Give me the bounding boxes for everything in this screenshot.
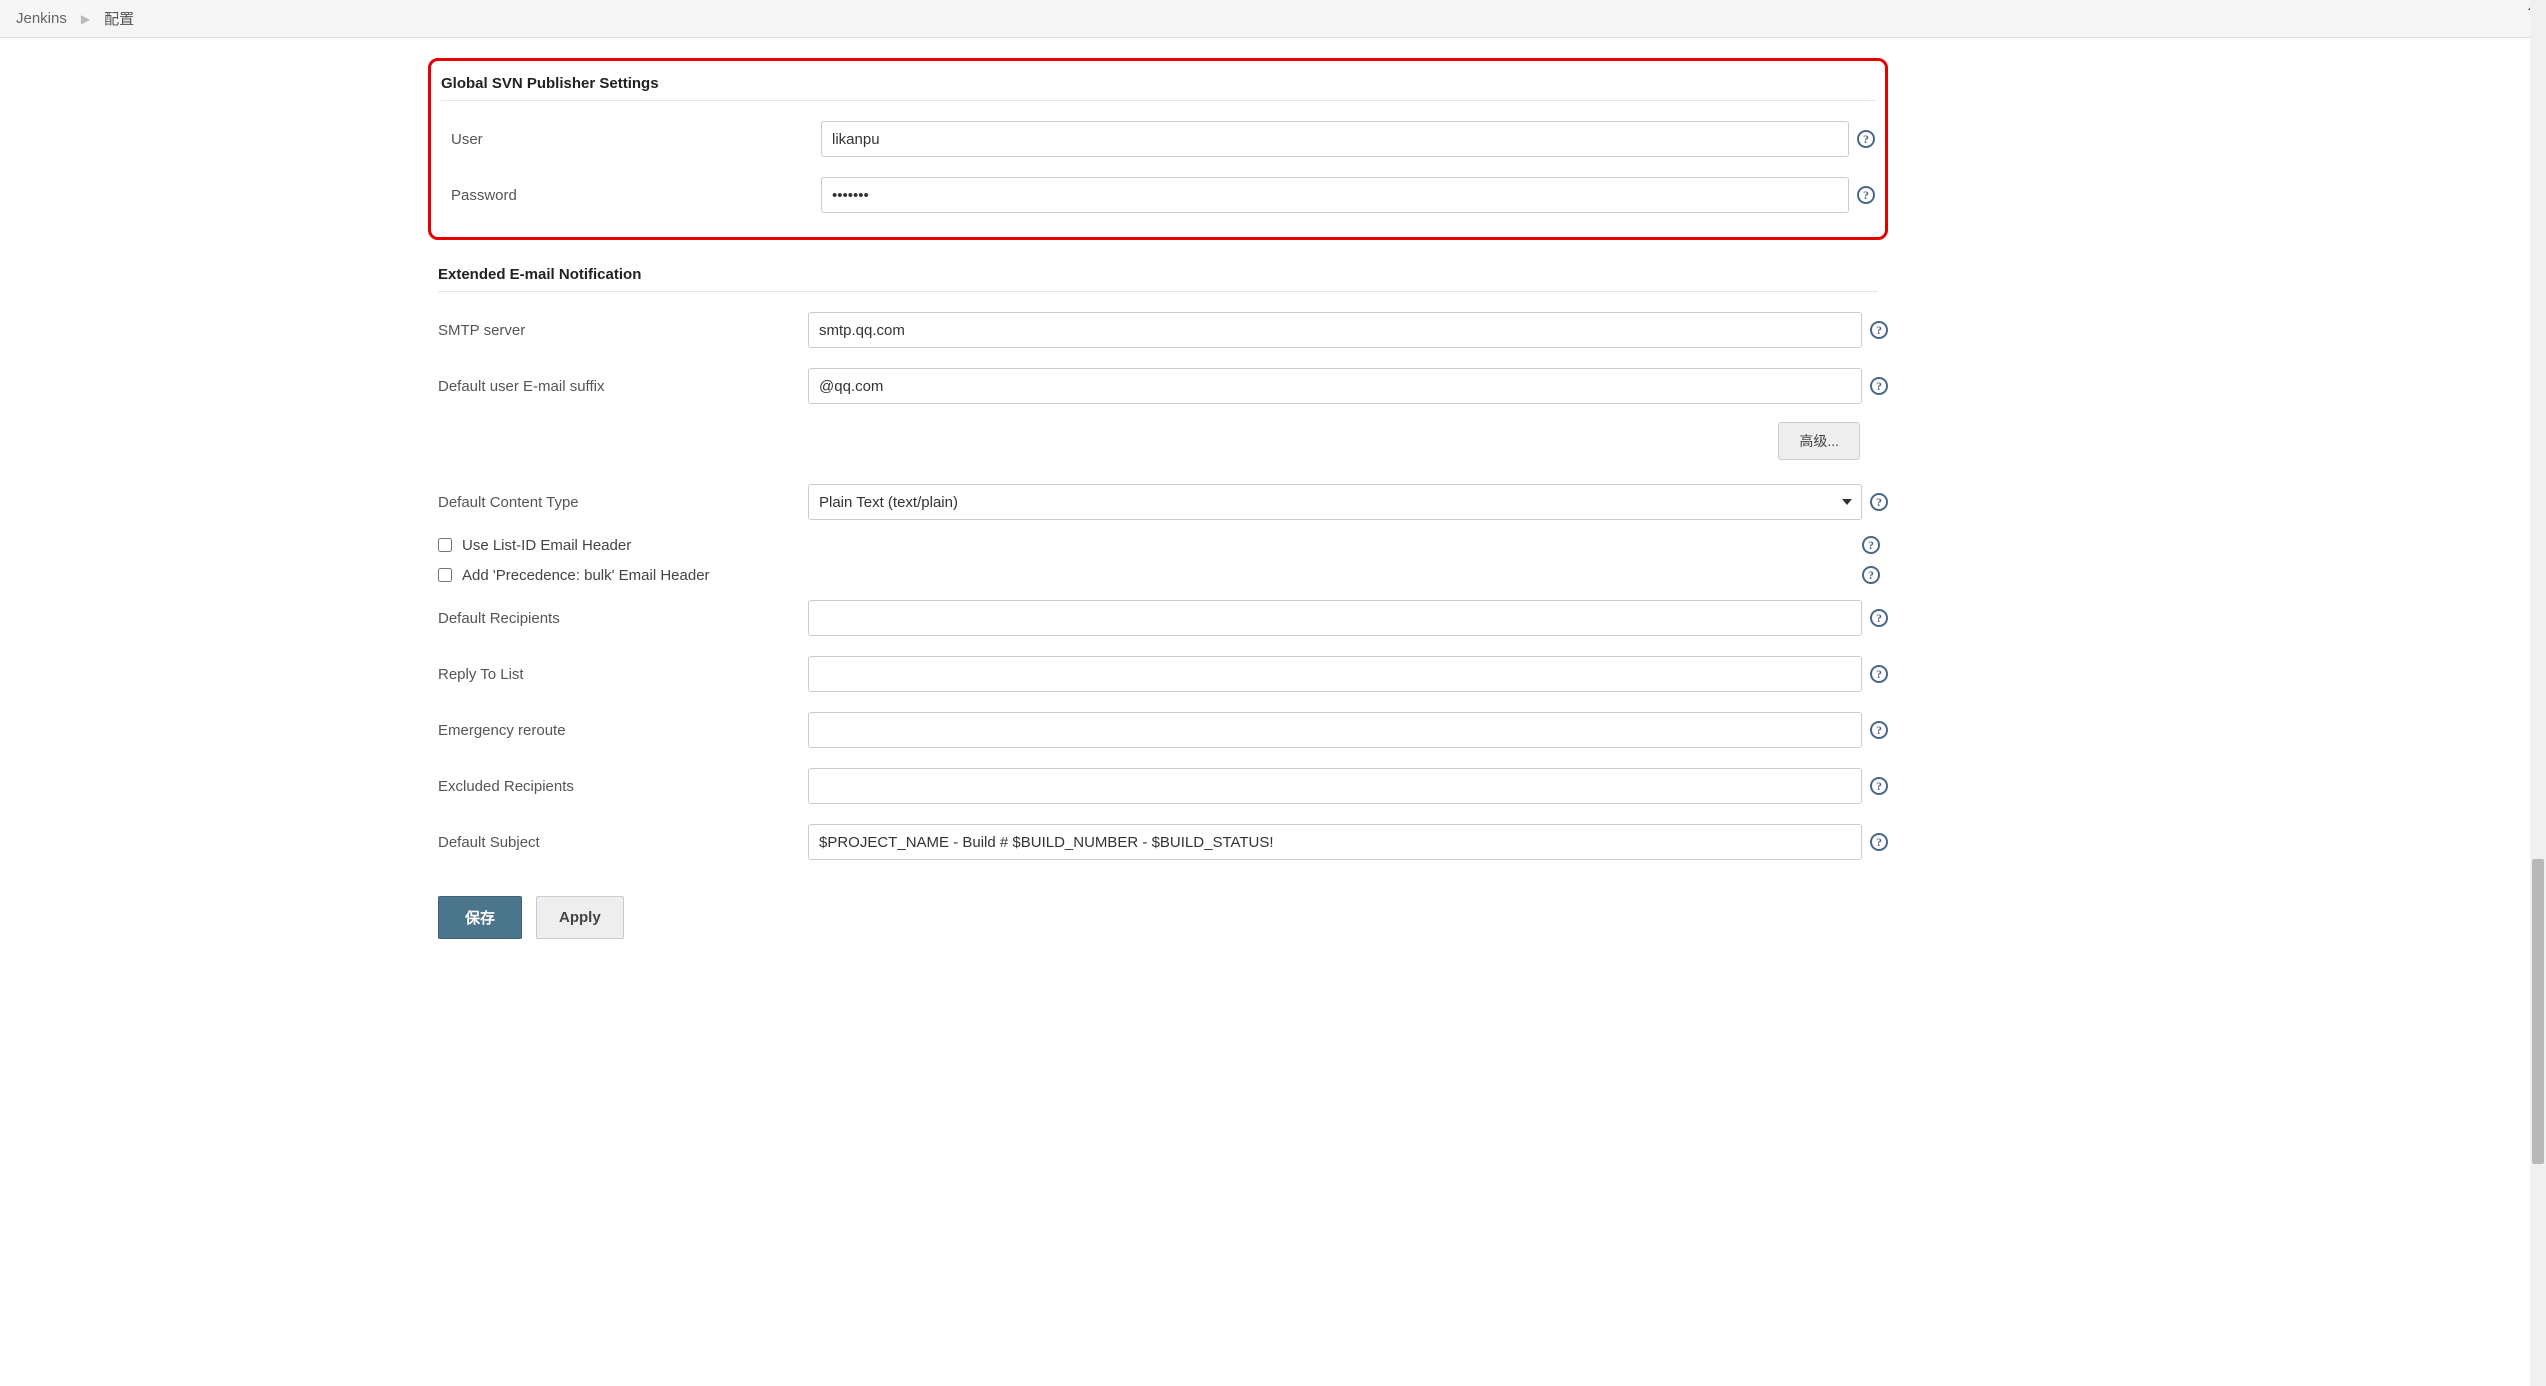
reply-to-label: Reply To List bbox=[428, 666, 808, 683]
help-icon[interactable]: ? bbox=[1857, 130, 1875, 148]
svn-password-input[interactable] bbox=[821, 177, 1849, 213]
svn-password-label: Password bbox=[441, 187, 821, 204]
breadcrumb-root[interactable]: Jenkins bbox=[16, 10, 67, 27]
emergency-reroute-row: Emergency reroute ? bbox=[428, 702, 1888, 758]
reply-to-input[interactable] bbox=[808, 656, 1862, 692]
precedence-row: Add 'Precedence: bulk' Email Header ? bbox=[428, 560, 1888, 590]
smtp-input[interactable] bbox=[808, 312, 1862, 348]
default-recipients-label: Default Recipients bbox=[428, 610, 808, 627]
email-suffix-row: Default user E-mail suffix ? bbox=[428, 358, 1888, 414]
help-icon[interactable]: ? bbox=[1862, 566, 1880, 584]
excluded-recipients-input[interactable] bbox=[808, 768, 1862, 804]
emergency-reroute-input[interactable] bbox=[808, 712, 1862, 748]
breadcrumb-current: 配置 bbox=[104, 8, 134, 29]
help-icon[interactable]: ? bbox=[1862, 536, 1880, 554]
svn-settings-section: Global SVN Publisher Settings User ? Pas… bbox=[428, 58, 1888, 240]
help-icon[interactable]: ? bbox=[1870, 721, 1888, 739]
content-type-label: Default Content Type bbox=[428, 494, 808, 511]
svn-section-title: Global SVN Publisher Settings bbox=[441, 67, 1875, 101]
smtp-row: SMTP server ? bbox=[428, 302, 1888, 358]
listid-checkbox[interactable] bbox=[438, 538, 452, 552]
reply-to-row: Reply To List ? bbox=[428, 646, 1888, 702]
precedence-checkbox[interactable] bbox=[438, 568, 452, 582]
excluded-recipients-row: Excluded Recipients ? bbox=[428, 758, 1888, 814]
help-icon[interactable]: ? bbox=[1870, 609, 1888, 627]
email-suffix-label: Default user E-mail suffix bbox=[428, 378, 808, 395]
listid-label[interactable]: Use List-ID Email Header bbox=[462, 537, 631, 554]
default-subject-row: Default Subject ? bbox=[428, 814, 1888, 870]
help-icon[interactable]: ? bbox=[1870, 377, 1888, 395]
precedence-label[interactable]: Add 'Precedence: bulk' Email Header bbox=[462, 567, 710, 584]
default-subject-label: Default Subject bbox=[428, 834, 808, 851]
help-icon[interactable]: ? bbox=[1870, 777, 1888, 795]
listid-row: Use List-ID Email Header ? bbox=[428, 530, 1888, 560]
help-icon[interactable]: ? bbox=[1857, 186, 1875, 204]
scrollbar[interactable] bbox=[2530, 0, 2546, 1386]
help-icon[interactable]: ? bbox=[1870, 833, 1888, 851]
help-icon[interactable]: ? bbox=[1870, 493, 1888, 511]
svn-user-row: User ? bbox=[441, 111, 1875, 167]
apply-button[interactable]: Apply bbox=[536, 896, 624, 939]
form-actions: 保存 Apply bbox=[428, 896, 1888, 939]
help-icon[interactable]: ? bbox=[1870, 665, 1888, 683]
emergency-reroute-label: Emergency reroute bbox=[428, 722, 808, 739]
svn-user-label: User bbox=[441, 131, 821, 148]
smtp-label: SMTP server bbox=[428, 322, 808, 339]
content-type-row: Default Content Type Plain Text (text/pl… bbox=[428, 474, 1888, 530]
help-icon[interactable]: ? bbox=[1870, 321, 1888, 339]
config-form: Global SVN Publisher Settings User ? Pas… bbox=[428, 38, 1888, 979]
content-type-select[interactable]: Plain Text (text/plain) bbox=[808, 484, 1862, 520]
email-section-title: Extended E-mail Notification bbox=[438, 258, 1878, 292]
svn-user-input[interactable] bbox=[821, 121, 1849, 157]
email-suffix-input[interactable] bbox=[808, 368, 1862, 404]
save-button[interactable]: 保存 bbox=[438, 896, 522, 939]
default-recipients-row: Default Recipients ? bbox=[428, 590, 1888, 646]
excluded-recipients-label: Excluded Recipients bbox=[428, 778, 808, 795]
default-subject-input[interactable] bbox=[808, 824, 1862, 860]
default-recipients-input[interactable] bbox=[808, 600, 1862, 636]
chevron-right-icon: ▶ bbox=[81, 12, 90, 26]
svn-password-row: Password ? bbox=[441, 167, 1875, 223]
scrollbar-thumb[interactable] bbox=[2532, 859, 2544, 1164]
breadcrumb: Jenkins ▶ 配置 bbox=[0, 0, 2546, 38]
advanced-button[interactable]: 高级... bbox=[1778, 422, 1860, 460]
